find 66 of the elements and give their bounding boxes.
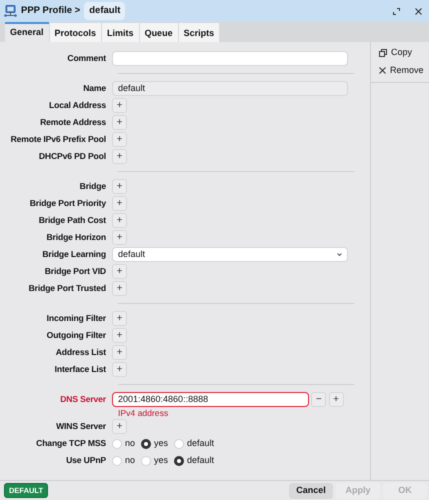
add-button[interactable]: +	[112, 98, 127, 113]
field-label: DHCPv6 PD Pool	[38, 150, 107, 163]
field-label: Name	[82, 82, 107, 95]
field-label: Change TCP MSS	[35, 437, 107, 450]
dropdown[interactable]: default	[112, 247, 348, 262]
text-field[interactable]	[112, 51, 348, 66]
tab[interactable]: Queue	[140, 23, 178, 42]
chevron-icon	[337, 253, 342, 256]
field-label: Interface List	[54, 363, 107, 376]
add-button[interactable]: +	[112, 281, 127, 296]
tab[interactable]: Scripts	[178, 23, 220, 42]
remove-button[interactable]: −	[311, 392, 326, 407]
tab[interactable]: General	[5, 22, 49, 42]
field-label: Outgoing Filter	[46, 329, 107, 342]
add-button[interactable]: +	[112, 362, 127, 377]
validation-message: IPv4 address	[118, 408, 170, 418]
field-label: Bridge Port Trusted	[28, 282, 107, 295]
add-button[interactable]: +	[112, 213, 127, 228]
radio-button[interactable]	[174, 456, 184, 466]
field-label: Address List	[54, 346, 107, 359]
add-button[interactable]: +	[112, 196, 127, 211]
copy-button[interactable]: Copy	[371, 44, 420, 62]
expand-icon[interactable]	[393, 8, 400, 14]
option-label: yes	[154, 436, 168, 450]
option-label: yes	[154, 454, 168, 467]
field-label: Bridge Horizon	[46, 231, 107, 244]
field-label: Remote IPv6 Prefix Pool	[10, 133, 107, 146]
field-label: Incoming Filter	[46, 312, 107, 325]
add-button[interactable]: +	[112, 345, 127, 360]
add-button[interactable]: +	[112, 149, 127, 164]
field-label: Bridge Learning	[41, 248, 107, 261]
add-button[interactable]: +	[112, 132, 127, 147]
tab[interactable]: Limits	[102, 23, 139, 42]
add-button[interactable]: +	[112, 328, 127, 343]
close-icon	[379, 67, 386, 74]
footer-button[interactable]: Cancel	[289, 482, 333, 498]
add-button[interactable]: +	[112, 264, 127, 279]
close-icon[interactable]	[415, 8, 422, 14]
radio-button[interactable]	[141, 438, 152, 448]
add-button[interactable]: +	[112, 179, 127, 194]
field-label: Bridge Port VID	[44, 265, 107, 278]
field-label: Remote Address	[39, 116, 107, 129]
add-button[interactable]: +	[112, 311, 127, 326]
option-label: default	[187, 454, 214, 467]
field-label: Comment	[66, 52, 107, 65]
copy-icon	[379, 49, 387, 57]
field-label: Local Address	[48, 99, 107, 112]
field-label: WINS Server	[55, 420, 107, 433]
option-label: no	[125, 454, 136, 467]
add-button[interactable]: +	[112, 230, 127, 245]
tab[interactable]: Protocols	[50, 23, 102, 42]
add-button[interactable]: +	[328, 392, 344, 407]
option-label: default	[187, 436, 214, 450]
add-button[interactable]: +	[112, 115, 127, 130]
breadcrumb-text: PPP Profile >	[21, 4, 80, 18]
add-button[interactable]: +	[112, 419, 127, 434]
network-icon	[4, 4, 17, 18]
option-label: no	[125, 436, 136, 450]
window-title: default	[84, 2, 126, 20]
field-label: Bridge Port Priority	[28, 197, 107, 210]
remove-button[interactable]: Remove	[371, 62, 429, 80]
field-label: Bridge	[78, 180, 107, 193]
text-field[interactable]: 2001:4860:4860::8888	[112, 392, 309, 407]
field-label: Use UPnP	[65, 454, 107, 467]
field-label: DNS Server	[59, 393, 107, 406]
field-label: Bridge Path Cost	[38, 214, 107, 227]
